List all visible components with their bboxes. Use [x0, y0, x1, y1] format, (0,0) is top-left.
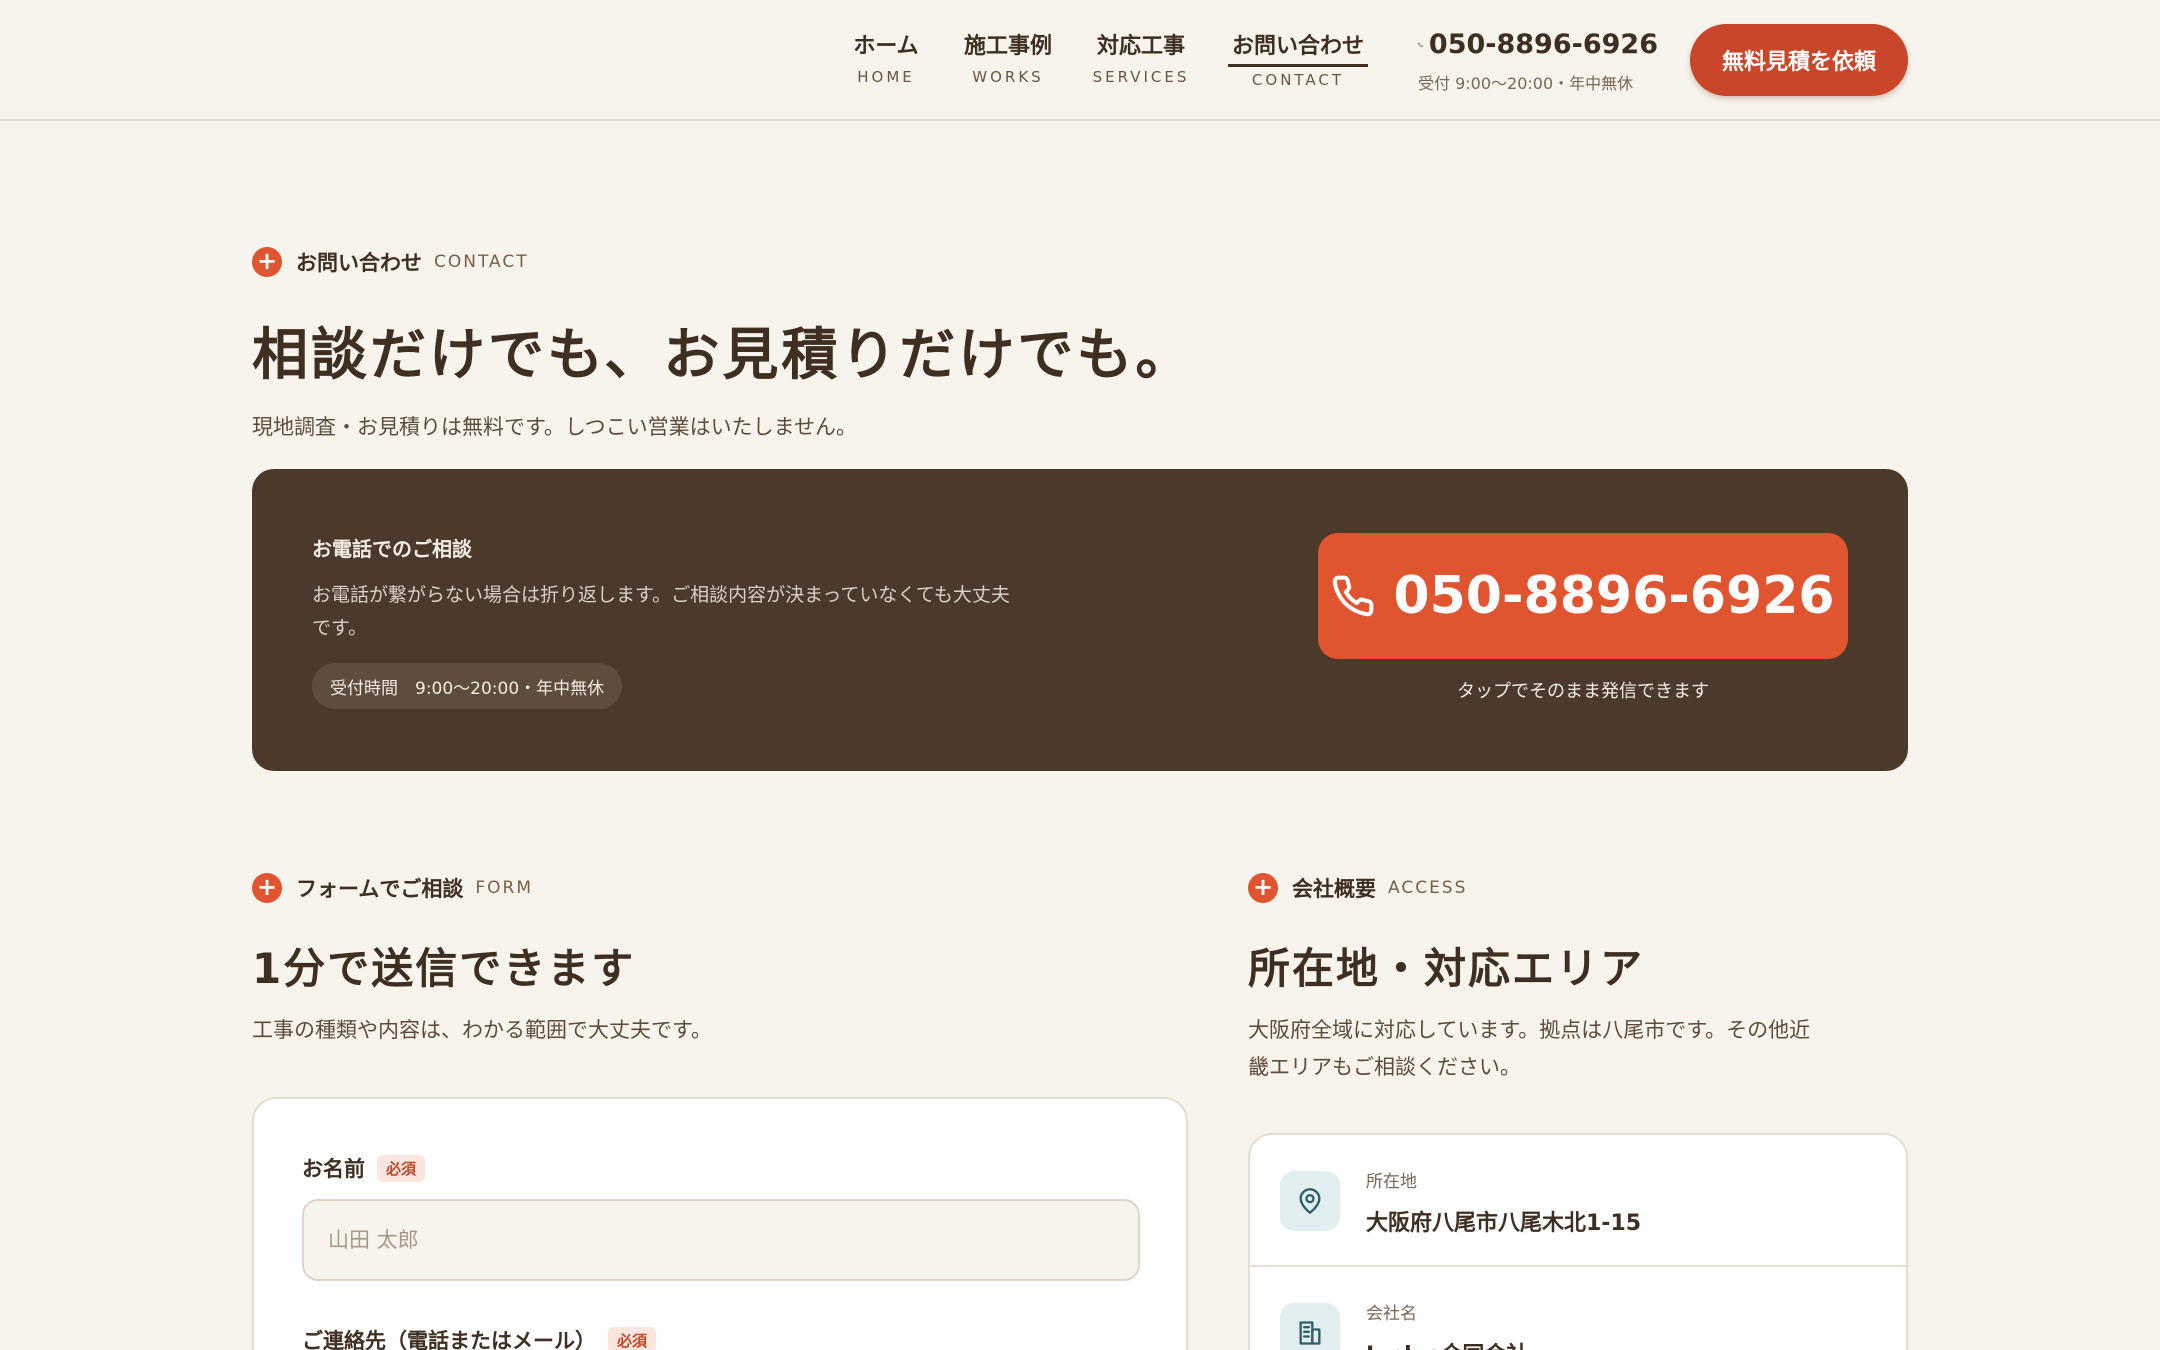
- map-pin-icon: [1280, 1171, 1340, 1231]
- call-button-note: タップでそのまま発信できます: [1457, 681, 1709, 702]
- header-phone-number-row[interactable]: 050-8896-6926: [1418, 28, 1658, 62]
- access-lead: 大阪府全域に対応しています。拠点は八尾市です。その他近畿エリアもご相談ください。: [1248, 1018, 1811, 1079]
- call-button[interactable]: 050-8896-6926: [1318, 533, 1848, 659]
- access-row-key: 所在地: [1366, 1172, 1417, 1192]
- eyebrow-sublabel: ACCESS: [1388, 878, 1468, 898]
- page-title: 相談だけでも、お見積りだけでも。: [252, 323, 1195, 388]
- nav-item-sublabel: CONTACT: [1251, 71, 1345, 89]
- field-label-text: お名前: [302, 1157, 365, 1181]
- nav-item-sublabel: SERVICES: [1092, 68, 1190, 86]
- nav-item-home[interactable]: ホーム HOME: [848, 30, 924, 88]
- phone-panel-title: お電話でのご相談: [312, 537, 472, 561]
- name-input[interactable]: [302, 1199, 1140, 1281]
- header-phone[interactable]: 050-8896-6926 受付 9:00〜20:00・年中無休: [1418, 28, 1658, 94]
- nav-item-sublabel: WORKS: [972, 68, 1044, 86]
- nav-item-services[interactable]: 対応工事 SERVICES: [1088, 30, 1194, 88]
- page-lead: 現地調査・お見積りは無料です。しつこい営業はいたしません。: [252, 415, 858, 439]
- required-badge: 必須: [377, 1154, 426, 1182]
- phone-panel-hours-badge: 受付時間 9:00〜20:00・年中無休: [312, 663, 623, 709]
- nav-item-label: お問い合わせ: [1228, 30, 1368, 67]
- form-title: 1分で送信できます: [252, 944, 636, 993]
- nav-item-label: ホーム: [853, 34, 919, 59]
- contact-form-card: お名前 必須 ご連絡先（電話またはメール） 必須: [252, 1097, 1188, 1350]
- phone-panel-description: お電話が繋がらない場合は折り返します。ご相談内容が決まっていなくても大丈夫です。: [312, 584, 1010, 639]
- eyebrow-sublabel: CONTACT: [434, 252, 529, 272]
- access-row-company: 会社名 L.plus合同会社: [1250, 1265, 1906, 1350]
- plus-icon: +: [252, 247, 282, 277]
- contact-eyebrow: + お問い合わせ CONTACT: [252, 247, 529, 277]
- nav-item-label: 施工事例: [963, 34, 1052, 59]
- nav-item-works[interactable]: 施工事例 WORKS: [958, 30, 1058, 88]
- eyebrow-label: 会社概要: [1292, 877, 1376, 901]
- nav-item-label: 対応工事: [1096, 34, 1185, 59]
- call-button-number[interactable]: 050-8896-6926: [1393, 566, 1834, 626]
- phone-icon: [1418, 42, 1423, 48]
- nav-item-contact[interactable]: お問い合わせ CONTACT: [1228, 30, 1368, 91]
- plus-icon: +: [252, 873, 282, 903]
- form-lead: 工事の種類や内容は、わかる範囲で大丈夫です。: [252, 1018, 712, 1042]
- field-label-text: ご連絡先（電話またはメール）: [302, 1329, 596, 1350]
- form-eyebrow: + フォームでご相談 FORM: [252, 873, 533, 903]
- nav-item-sublabel: HOME: [857, 68, 915, 86]
- required-badge: 必須: [608, 1326, 657, 1350]
- access-row-address: 所在地 大阪府八尾市八尾木北1-15: [1250, 1135, 1906, 1265]
- phone-icon: [1333, 575, 1374, 617]
- site-header: ホーム HOME 施工事例 WORKS 対応工事 SERVICES お問い合わせ…: [0, 0, 2160, 121]
- header-phone-hours: 受付 9:00〜20:00・年中無休: [1418, 74, 1634, 93]
- eyebrow-label: フォームでご相談: [296, 877, 464, 901]
- eyebrow-label: お問い合わせ: [296, 251, 422, 275]
- header-phone-number[interactable]: 050-8896-6926: [1429, 28, 1658, 62]
- access-eyebrow: + 会社概要 ACCESS: [1248, 873, 1467, 903]
- building-icon: [1280, 1303, 1340, 1350]
- free-estimate-button[interactable]: 無料見積を依頼: [1690, 24, 1908, 96]
- access-row-key: 会社名: [1366, 1304, 1417, 1324]
- name-field-label: お名前 必須: [302, 1153, 426, 1183]
- access-row-value: 大阪府八尾市八尾木北1-15: [1366, 1211, 1642, 1236]
- access-card: 所在地 大阪府八尾市八尾木北1-15 会社名 L.plus合同会社: [1248, 1133, 1908, 1350]
- contact-field-label: ご連絡先（電話またはメール） 必須: [302, 1325, 657, 1350]
- eyebrow-sublabel: FORM: [475, 878, 534, 898]
- access-row-value: L.plus合同会社: [1366, 1337, 1528, 1350]
- phone-panel: お電話でのご相談 お電話が繋がらない場合は折り返します。ご相談内容が決まっていな…: [252, 469, 1908, 771]
- plus-icon: +: [1248, 873, 1278, 903]
- access-title: 所在地・対応エリア: [1248, 944, 1645, 993]
